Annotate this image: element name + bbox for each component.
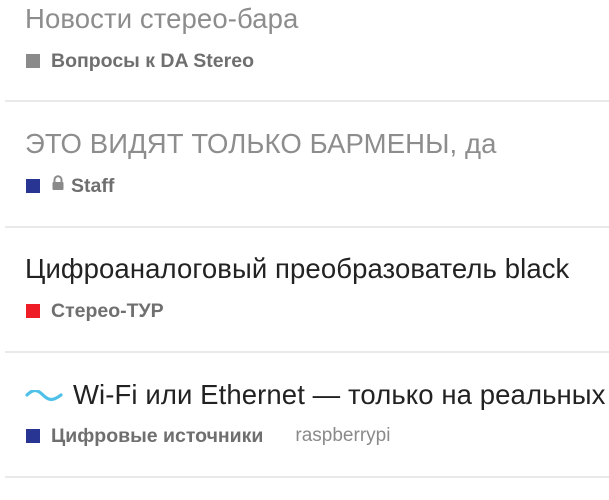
topic-category[interactable]: Staff [26,174,114,198]
lock-icon [51,173,65,197]
topic-row[interactable]: ЭТО ВИДЯТ ТОЛЬКО БАРМЕНЫ, да Staff [0,102,609,226]
topic-tag[interactable]: raspberrypi [295,424,390,448]
category-color-square [26,429,40,443]
category-color-square [26,304,40,318]
topic-title-text: Wi-Fi или Ethernet — только на реальных … [73,379,609,410]
topic-category[interactable]: Вопросы к DA Stereo [26,49,254,73]
category-name[interactable]: Стерео-ТУР [51,299,164,323]
category-name[interactable]: Staff [71,174,114,198]
topic-row[interactable]: Wi-Fi или Ethernet — только на реальных … [0,353,609,477]
topic-title-link[interactable]: Wi-Fi или Ethernet — только на реальных … [25,378,609,412]
topic-title-link[interactable]: ЭТО ВИДЯТ ТОЛЬКО БАРМЕНЫ, да [25,127,497,161]
topic-category[interactable]: Стерео-ТУР [26,299,164,323]
category-color-square [26,54,40,68]
category-name[interactable]: Вопросы к DA Stereo [51,49,254,73]
topic-title-link[interactable]: Цифроаналоговый преобразователь black [25,252,569,286]
topic-row[interactable]: Цифроаналоговый преобразователь black Ст… [0,228,609,352]
topic-list: Новости стерео-бара Вопросы к DA Stereo … [0,0,609,500]
category-color-square [26,179,40,193]
wave-icon [25,378,63,412]
topic-title-link[interactable]: Новости стерео-бара [25,2,298,36]
topic-category[interactable]: Цифровые источники raspberrypi [26,424,390,448]
topic-divider [5,476,609,478]
category-name[interactable]: Цифровые источники [51,424,263,448]
